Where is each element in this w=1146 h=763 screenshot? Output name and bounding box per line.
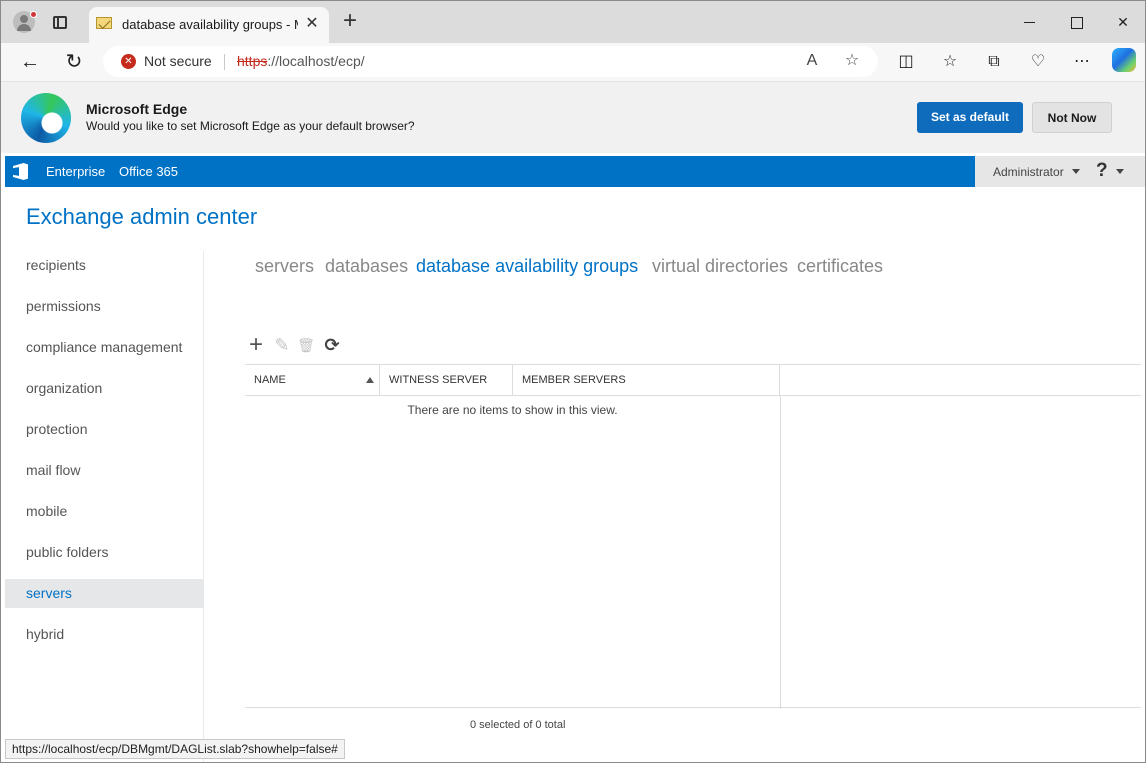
user-area: Administrator ? <box>975 156 1145 187</box>
edge-logo-icon <box>21 93 71 143</box>
column-witness-server[interactable]: WITNESS SERVER <box>380 365 513 395</box>
read-aloud-icon[interactable]: A <box>801 50 823 72</box>
not-now-button[interactable]: Not Now <box>1032 102 1112 133</box>
tab-virtual-directories[interactable]: virtual directories <box>652 256 788 277</box>
help-icon[interactable]: ? <box>1096 160 1108 182</box>
edit-icon[interactable]: ✎ <box>272 335 292 355</box>
nav-item-recipients[interactable]: recipients <box>5 251 204 280</box>
list-bottom-border <box>245 707 1141 708</box>
user-menu-caret-icon[interactable] <box>1072 169 1080 174</box>
tab-close-icon[interactable]: ✕ <box>303 15 321 33</box>
browser-essentials-icon[interactable]: ♡ <box>1026 50 1050 74</box>
tab-databases[interactable]: databases <box>325 256 408 277</box>
column-name[interactable]: NAME <box>245 365 380 395</box>
close-window-button[interactable]: ✕ <box>1112 11 1134 33</box>
user-menu[interactable]: Administrator <box>993 165 1064 179</box>
profile-notification-dot <box>30 11 37 18</box>
link-status-bar: https://localhost/ecp/DBMgmt/DAGList.sla… <box>5 739 345 759</box>
office365-link[interactable]: Office 365 <box>119 164 178 179</box>
empty-list-message: There are no items to show in this view. <box>407 403 618 417</box>
nav-item-permissions[interactable]: permissions <box>5 292 204 321</box>
add-icon[interactable]: + <box>246 333 266 357</box>
enterprise-link[interactable]: Enterprise <box>46 164 105 179</box>
address-divider <box>224 54 225 70</box>
page-title: Exchange admin center <box>26 204 258 229</box>
url-text[interactable]: https://localhost/ecp/ <box>237 53 365 69</box>
nav-item-mobile[interactable]: mobile <box>5 497 204 526</box>
column-member-servers[interactable]: MEMBER SERVERS <box>513 365 780 395</box>
infobar-message: Would you like to set Microsoft Edge as … <box>86 119 415 133</box>
tab-servers[interactable]: servers <box>255 256 314 277</box>
set-as-default-button[interactable]: Set as default <box>917 102 1023 133</box>
collections-icon[interactable]: ⧉ <box>982 50 1006 74</box>
sort-ascending-icon[interactable] <box>366 377 374 383</box>
nav-item-protection[interactable]: protection <box>5 415 204 444</box>
selection-count: 0 selected of 0 total <box>470 719 566 731</box>
details-pane-divider <box>780 396 781 709</box>
browser-tab[interactable]: database availability groups - Microsoft… <box>89 7 329 43</box>
split-screen-icon[interactable]: ◫ <box>894 50 918 74</box>
infobar-title: Microsoft Edge <box>86 101 188 117</box>
left-navigation: recipients permissions compliance manage… <box>5 251 204 762</box>
back-icon[interactable]: ← <box>18 50 42 74</box>
office-logo-icon[interactable] <box>13 163 28 180</box>
favorites-icon[interactable]: ☆ <box>938 50 962 74</box>
tab-actions-icon[interactable] <box>53 16 67 29</box>
not-secure-icon: ✕ <box>121 54 136 69</box>
dag-list: NAME WITNESS SERVER MEMBER SERVERS There… <box>245 364 1141 709</box>
favorite-icon[interactable]: ☆ <box>841 50 863 72</box>
tab-certificates[interactable]: certificates <box>797 256 883 277</box>
nav-item-hybrid[interactable]: hybrid <box>5 620 204 649</box>
minimize-button[interactable] <box>1018 11 1040 33</box>
eac-page: Enterprise Office 365 Administrator ? Ex… <box>5 156 1145 762</box>
help-caret-icon[interactable] <box>1116 169 1124 174</box>
tab-favicon-icon <box>96 17 112 29</box>
more-icon[interactable]: ⋯ <box>1070 50 1094 74</box>
suite-bar: Enterprise Office 365 <box>5 156 975 187</box>
column-name-label: NAME <box>254 374 286 386</box>
url-scheme: https <box>237 53 268 69</box>
address-toolbar: ← ↻ ✕ Not secure https://localhost/ecp/ … <box>1 43 1145 81</box>
refresh-list-icon[interactable]: ⟳ <box>322 335 342 355</box>
tab-database-availability-groups[interactable]: database availability groups <box>416 256 638 277</box>
nav-item-mail-flow[interactable]: mail flow <box>5 456 204 485</box>
delete-icon[interactable]: 🗑 <box>296 335 316 355</box>
browser-window: database availability groups - Microsoft… <box>0 0 1146 763</box>
default-browser-infobar: Microsoft Edge Would you like to set Mic… <box>1 81 1145 153</box>
address-bar[interactable]: ✕ Not secure https://localhost/ecp/ A ☆ <box>103 46 878 77</box>
url-path: ://localhost/ecp/ <box>267 53 365 69</box>
refresh-icon[interactable]: ↻ <box>62 50 86 74</box>
security-label[interactable]: Not secure <box>144 53 212 69</box>
title-bar: database availability groups - Microsoft… <box>1 1 1145 43</box>
nav-item-organization[interactable]: organization <box>5 374 204 403</box>
maximize-button[interactable] <box>1065 11 1087 33</box>
column-header-row: NAME WITNESS SERVER MEMBER SERVERS <box>245 364 1141 396</box>
nav-item-public-folders[interactable]: public folders <box>5 538 204 567</box>
new-tab-button[interactable]: + <box>339 9 361 33</box>
nav-item-compliance-management[interactable]: compliance management <box>5 333 204 362</box>
copilot-icon[interactable] <box>1112 48 1136 72</box>
nav-item-servers[interactable]: servers <box>5 579 204 608</box>
tab-title: database availability groups - Microsoft… <box>122 17 298 32</box>
